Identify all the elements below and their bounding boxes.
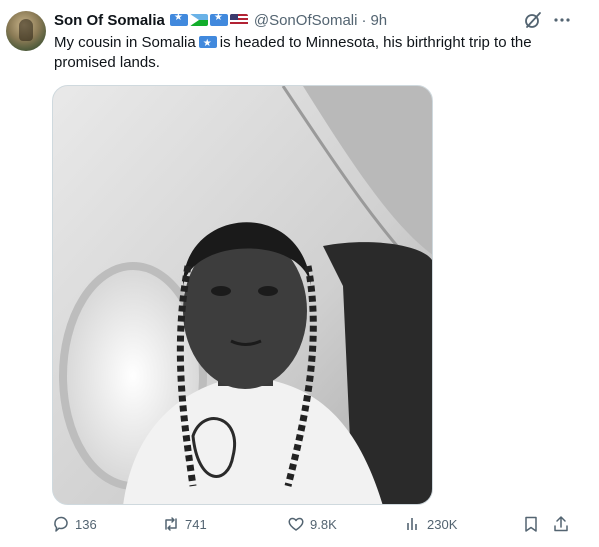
tweet-text: My cousin in Somaliais headed to Minneso…	[54, 33, 574, 73]
usa-flag-icon	[229, 14, 248, 26]
bar-chart-icon	[407, 518, 417, 530]
tweet[interactable]: Son Of Somalia @SonOfSomali · 9h My cous…	[0, 0, 599, 547]
share-button[interactable]	[552, 515, 575, 533]
heart-icon	[288, 517, 304, 531]
somalia-flag-icon	[169, 14, 188, 26]
repost-icon	[165, 517, 177, 531]
flag-emojis	[169, 14, 248, 26]
repost-button[interactable]: 741	[162, 515, 207, 533]
handle[interactable]: @SonOfSomali	[254, 12, 358, 29]
tweet-header: Son Of Somalia @SonOfSomali · 9h	[54, 10, 387, 30]
bookmark-icon	[525, 516, 537, 532]
separator: ·	[361, 11, 367, 29]
avatar[interactable]	[6, 11, 46, 51]
photo-image	[53, 86, 432, 504]
somalia-flag-icon	[198, 36, 217, 48]
repost-count: 741	[185, 516, 207, 532]
action-bar: 136 741 9.8K 230K	[52, 515, 572, 537]
views-count: 230K	[427, 516, 458, 532]
tweet-photo[interactable]	[52, 85, 433, 505]
somalia-flag-icon	[209, 14, 228, 26]
share-icon	[554, 516, 568, 532]
more-dots-icon[interactable]	[552, 10, 572, 30]
reply-icon	[54, 516, 68, 532]
display-name[interactable]: Son Of Somalia	[54, 12, 165, 29]
bookmark-button[interactable]	[522, 515, 545, 533]
like-button[interactable]: 9.8K	[287, 515, 337, 533]
like-count: 9.8K	[310, 516, 337, 532]
reply-button[interactable]: 136	[52, 515, 97, 533]
grok-icon[interactable]	[523, 10, 543, 30]
tweet-text-part-1: My cousin in Somalia	[54, 34, 196, 51]
views-button[interactable]: 230K	[404, 515, 457, 533]
reply-count: 136	[75, 516, 97, 532]
timestamp[interactable]: 9h	[370, 12, 387, 29]
djibouti-flag-icon	[189, 14, 208, 26]
